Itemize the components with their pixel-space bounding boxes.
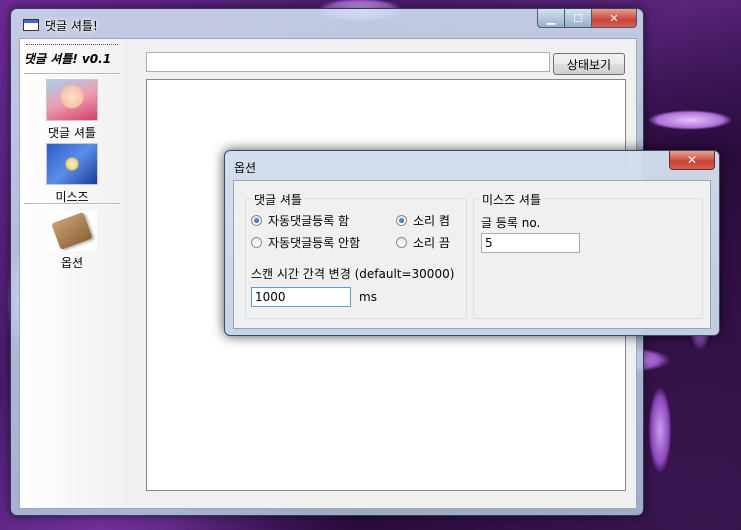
minimize-button[interactable]: ▁ xyxy=(537,9,565,28)
radio-label: 자동댓글등록 함 xyxy=(268,214,350,228)
sidebar-item-comment-shuttle[interactable]: 댓글 셔틀 xyxy=(20,79,124,141)
scan-unit-label: ms xyxy=(359,290,377,304)
radio-label: 자동댓글등록 안함 xyxy=(268,236,361,250)
window-controls: ▁ ☐ ✕ xyxy=(537,9,637,28)
radio-unchecked-icon xyxy=(396,237,407,248)
url-input[interactable] xyxy=(146,52,550,72)
dialog-client-area: 댓글 셔틀 자동댓글등록 함 자동댓글등록 안함 소리 켬 소리 끔 스캔 시간… xyxy=(233,180,711,329)
sidebar-item-label: 옵션 xyxy=(60,256,84,270)
sidebar-item-label: 댓글 셔틀 xyxy=(48,126,96,140)
radio-unchecked-icon xyxy=(251,237,262,248)
scroll-shape xyxy=(51,212,93,250)
sidebar: 댓글 셔틀! v0.1 댓글 셔틀 미스즈 옵션 xyxy=(20,39,130,508)
close-button[interactable]: ✕ xyxy=(592,9,637,28)
dialog-title: 옵션 xyxy=(234,161,257,175)
options-dialog: 옵션 ✕ 댓글 셔틀 자동댓글등록 함 자동댓글등록 안함 소리 켬 소리 끔 … xyxy=(224,150,720,336)
sidebar-item-options[interactable]: 옵션 xyxy=(20,211,124,271)
sidebar-divider xyxy=(24,203,120,205)
app-window-icon xyxy=(23,19,39,31)
sidebar-dotted-divider xyxy=(26,44,118,45)
group-title: 미스즈 셔틀 xyxy=(480,191,544,208)
radio-checked-icon xyxy=(396,215,407,226)
star-icon xyxy=(46,143,98,185)
status-view-button[interactable]: 상태보기 xyxy=(553,53,625,75)
sound-off-radio[interactable]: 소리 끔 xyxy=(396,234,450,251)
radio-checked-icon xyxy=(251,215,262,226)
window-title: 댓글 셔틀! xyxy=(45,18,98,33)
sidebar-divider xyxy=(24,73,120,75)
post-number-input[interactable] xyxy=(481,233,580,253)
sidebar-item-misuzu[interactable]: 미스즈 xyxy=(20,143,124,205)
scroll-icon xyxy=(47,211,97,251)
sound-on-radio[interactable]: 소리 켬 xyxy=(396,212,450,229)
group-title: 댓글 셔틀 xyxy=(252,191,304,208)
dialog-close-button[interactable]: ✕ xyxy=(669,151,715,170)
window-titlebar[interactable]: 댓글 셔틀! xyxy=(23,15,98,35)
scan-interval-input[interactable] xyxy=(251,287,351,307)
scan-interval-label: 스캔 시간 간격 변경 (default=30000) xyxy=(251,267,455,281)
radio-label: 소리 켬 xyxy=(413,214,450,228)
auto-comment-off-radio[interactable]: 자동댓글등록 안함 xyxy=(251,234,360,251)
anime-girl-icon xyxy=(46,79,98,121)
radio-label: 소리 끔 xyxy=(413,236,450,250)
post-number-label: 글 등록 no. xyxy=(481,216,541,230)
app-title: 댓글 셔틀! v0.1 xyxy=(24,52,112,66)
misuzu-shuttle-group: 미스즈 셔틀 글 등록 no. xyxy=(473,191,703,319)
auto-comment-on-radio[interactable]: 자동댓글등록 함 xyxy=(251,212,349,229)
comment-shuttle-group: 댓글 셔틀 자동댓글등록 함 자동댓글등록 안함 소리 켬 소리 끔 스캔 시간… xyxy=(245,191,467,319)
maximize-button[interactable]: ☐ xyxy=(565,9,592,28)
